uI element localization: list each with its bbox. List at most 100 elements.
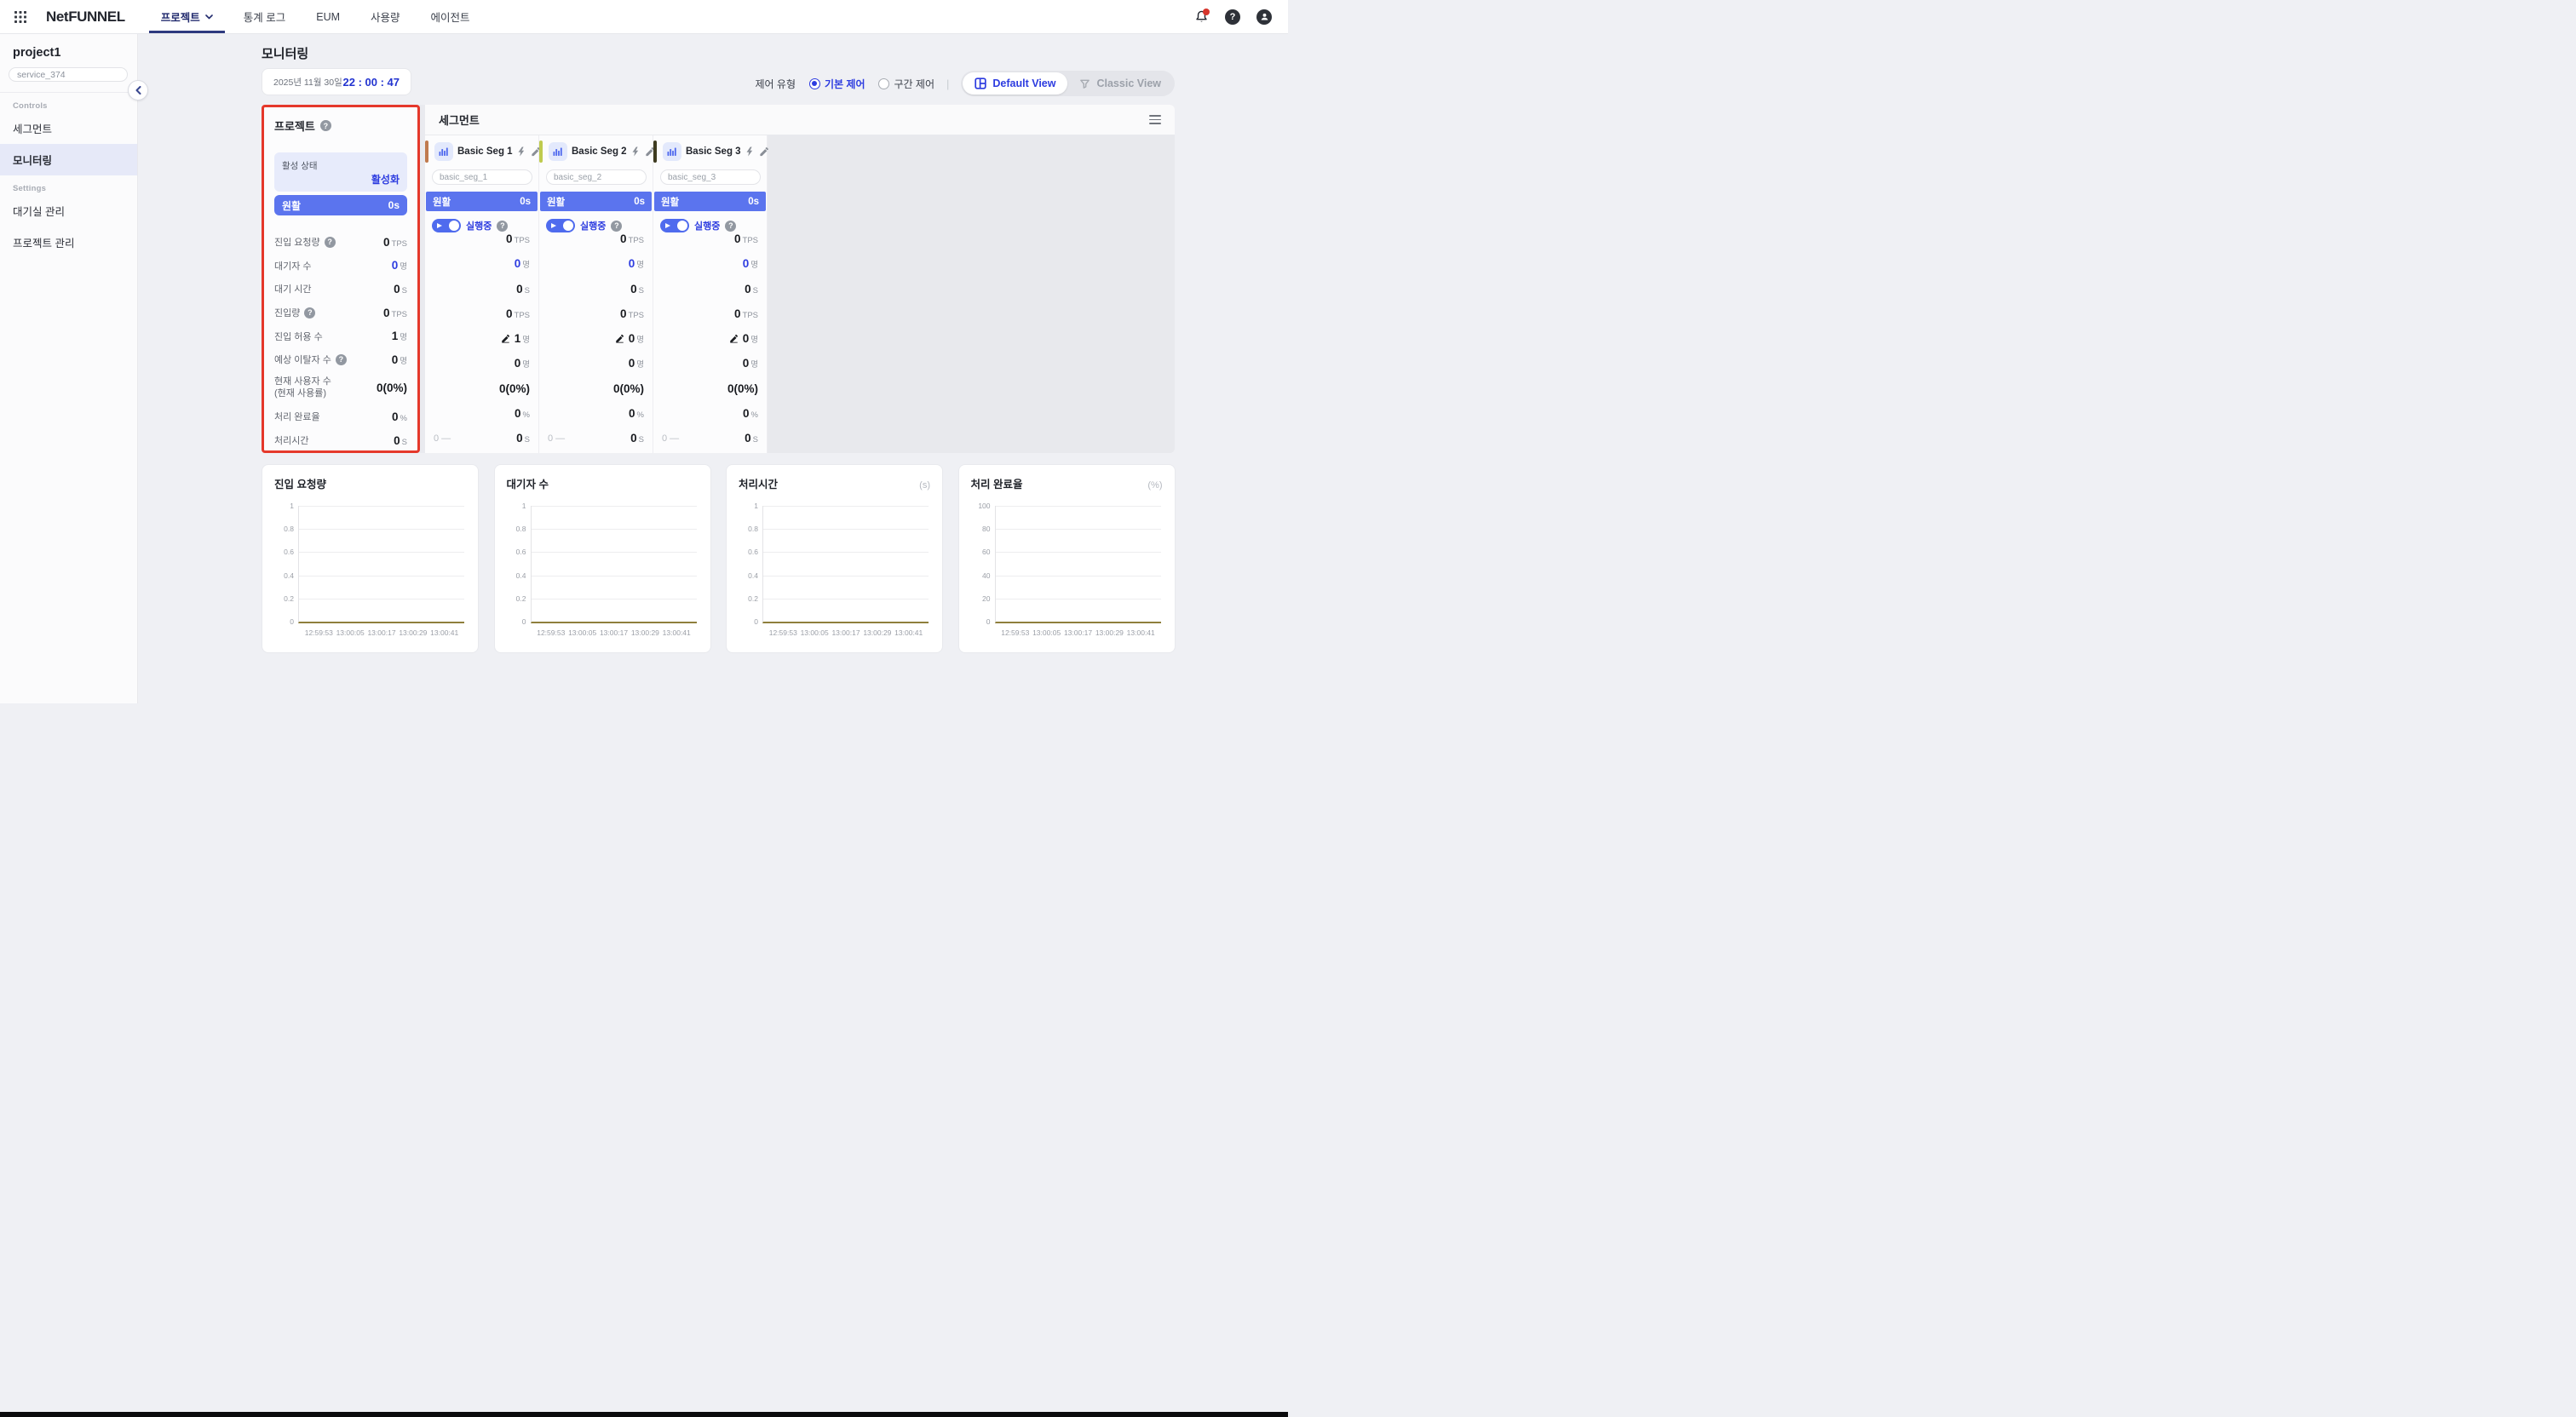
metric-label-text: 대기 시간 [274, 282, 312, 295]
y-axis-tick: 0.4 [268, 571, 294, 580]
segment-card: Basic Seg 3원활0s실행중?0TPS0명0S0TPS0명0명0(0%)… [653, 135, 768, 453]
help-icon[interactable]: ? [1224, 9, 1241, 26]
sidebar-item-waiting-room[interactable]: 대기실 관리 [0, 195, 137, 227]
metric-value: 0명 [392, 353, 407, 366]
running-toggle[interactable] [546, 219, 575, 232]
segment-toggle-row: 실행중? [660, 219, 760, 232]
metric-value: 0% [392, 410, 407, 423]
classic-view-button[interactable]: Classic View [1067, 72, 1173, 95]
help-tooltip-icon[interactable]: ? [304, 307, 315, 318]
help-tooltip-icon[interactable]: ? [325, 237, 336, 248]
nav-item-usage[interactable]: 사용량 [371, 0, 400, 33]
edit-value-pencil-icon[interactable] [501, 334, 510, 343]
metric-number: 0 [394, 434, 400, 447]
help-tooltip-icon[interactable]: ? [320, 120, 331, 131]
running-toggle[interactable] [660, 219, 689, 232]
sidebar-item-monitoring[interactable]: 모니터링 [0, 144, 137, 175]
radio-basic-control[interactable]: 기본 제어 [809, 77, 865, 91]
radio-range-control[interactable]: 구간 제어 [878, 77, 934, 91]
help-tooltip-icon[interactable]: ? [611, 221, 622, 232]
metric-unit: S [402, 286, 407, 295]
app-grid-menu-icon[interactable] [12, 9, 29, 26]
toggle-knob [563, 221, 573, 231]
control-type-row: 제어 유형 기본 제어 구간 제어 | Default View Classic… [755, 71, 1175, 96]
gridline [763, 576, 929, 577]
edit-pencil-icon[interactable] [759, 146, 769, 157]
metric-unit: 명 [750, 358, 758, 370]
gridline [299, 506, 464, 507]
metric-value: 0TPS [506, 232, 530, 245]
segment-color-strip [425, 141, 428, 163]
gridline [299, 576, 464, 577]
edit-value-pencil-icon[interactable] [729, 334, 739, 343]
segment-code-input[interactable] [660, 169, 761, 185]
nav-item-eum[interactable]: EUM [316, 0, 340, 33]
project-metric-row: 처리 완료율0% [274, 410, 407, 423]
segment-menu-icon[interactable] [1149, 115, 1161, 124]
segment-color-strip [653, 141, 657, 163]
x-axis-tick: 13:00:05 [336, 628, 365, 637]
account-avatar-icon[interactable] [1256, 9, 1273, 26]
metric-number: 0 [620, 307, 627, 320]
x-axis-tick: 13:00:17 [367, 628, 395, 637]
segment-tools [517, 146, 541, 157]
segment-code-input[interactable] [432, 169, 532, 185]
metric-value: 0명 [743, 357, 758, 370]
main-content: 모니터링 2025년 11월 30일 22 : 00 : 47 제어 유형 기본… [138, 34, 1288, 703]
metric-number: 0 [743, 257, 750, 270]
metric-number: 0 [506, 232, 513, 245]
bolt-icon[interactable] [745, 146, 754, 157]
metric-number: 0 [743, 332, 750, 345]
project-status-bar: 원활 0s [274, 195, 407, 215]
chevron-down-icon [205, 14, 213, 20]
bolt-icon[interactable] [631, 146, 640, 157]
page-title: 모니터링 [262, 44, 308, 62]
segment-panel-title: 세그먼트 [439, 112, 480, 128]
metric-value: 0TPS [734, 232, 758, 245]
service-name-input[interactable] [9, 67, 128, 82]
help-tooltip-icon[interactable]: ? [336, 354, 347, 365]
metric-number: 0 [383, 307, 390, 319]
netfunnel-logo[interactable]: NetFUNNEL [46, 9, 125, 26]
x-axis-tick: 13:00:17 [600, 628, 628, 637]
y-axis-tick: 0.6 [733, 548, 758, 556]
metric-unit: TPS [392, 310, 407, 319]
segment-metric-row: 0명 [662, 332, 758, 345]
metric-unit: 명 [522, 333, 530, 345]
sidebar-item-project-mgmt[interactable]: 프로젝트 관리 [0, 227, 137, 258]
y-axis-tick: 80 [965, 525, 991, 533]
project-metric-row: 진입량?0TPS [274, 306, 407, 319]
default-view-button[interactable]: Default View [963, 72, 1067, 95]
gridline [532, 506, 697, 507]
metric-value: 0명 [743, 332, 758, 345]
gridline [763, 506, 929, 507]
sidebar-collapse-button[interactable] [128, 80, 148, 100]
metric-value: 0명 [629, 357, 644, 370]
x-axis-tick: 12:59:53 [537, 628, 565, 637]
segment-name: Basic Seg 1 [457, 146, 513, 157]
nav-item-stats-log[interactable]: 통계 로그 [244, 0, 285, 33]
sidebar-item-segment[interactable]: 세그먼트 [0, 112, 137, 144]
help-tooltip-icon[interactable]: ? [497, 221, 508, 232]
notification-bell-icon[interactable] [1193, 9, 1210, 26]
segment-code-input[interactable] [546, 169, 647, 185]
metric-unit: 명 [750, 258, 758, 270]
metric-label-text: 처리시간 [274, 433, 308, 447]
help-tooltip-icon[interactable]: ? [725, 221, 736, 232]
nav-item-agent[interactable]: 에이전트 [431, 0, 470, 33]
radio-range-label: 구간 제어 [894, 77, 934, 91]
datetime-card[interactable]: 2025년 11월 30일 22 : 00 : 47 [262, 68, 411, 95]
bottom-screen-edge [0, 1412, 1288, 1417]
radio-basic-label: 기본 제어 [825, 77, 865, 91]
x-axis-tick: 13:00:41 [430, 628, 458, 637]
chart-card-processing-time: 처리시간 (s) 10.80.60.40.2012:59:5313:00:051… [726, 464, 943, 653]
metric-value: 0명 [743, 257, 758, 270]
running-toggle[interactable] [432, 219, 461, 232]
project-panel-title: 프로젝트 [274, 118, 315, 134]
metric-value: 0TPS [383, 236, 407, 249]
segment-metric-row: 0명 [662, 357, 758, 370]
x-axis-tick: 13:00:17 [1064, 628, 1092, 637]
edit-value-pencil-icon[interactable] [615, 334, 624, 343]
nav-item-project[interactable]: 프로젝트 [161, 0, 213, 33]
bolt-icon[interactable] [517, 146, 526, 157]
